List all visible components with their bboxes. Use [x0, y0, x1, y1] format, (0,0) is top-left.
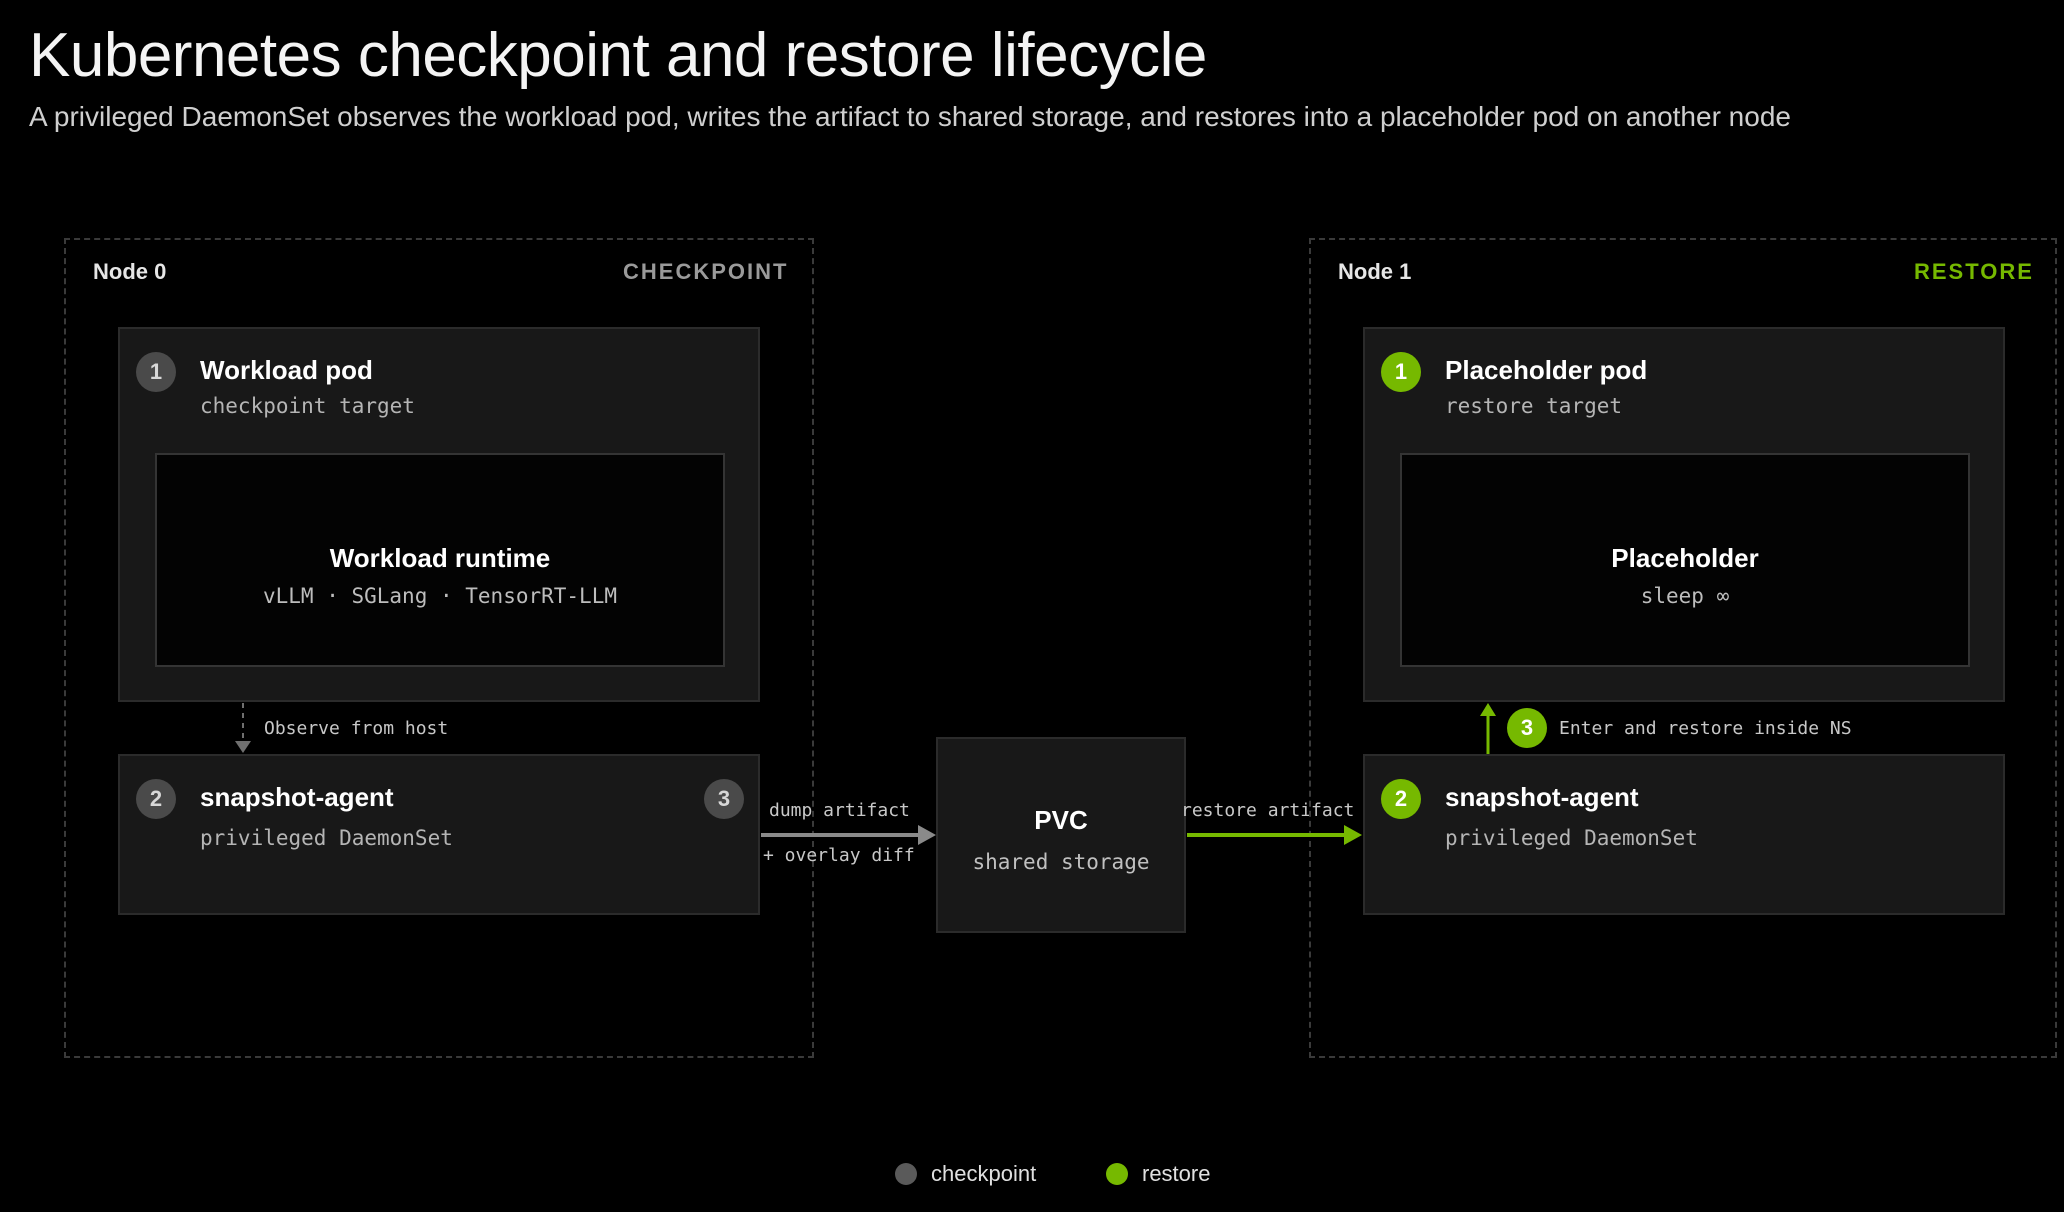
flow-arrows	[235, 703, 1496, 845]
legend-item-restore: restore	[1106, 1161, 1210, 1187]
observe-arrow-head	[235, 741, 251, 753]
restore-arrow-head	[1344, 825, 1362, 845]
enter-arrow-head	[1480, 703, 1496, 716]
restore-dot-icon	[1106, 1163, 1128, 1185]
legend-item-checkpoint: checkpoint	[895, 1161, 1036, 1187]
legend-checkpoint-label: checkpoint	[931, 1161, 1037, 1186]
dump-arrow-head	[918, 825, 936, 845]
checkpoint-dot-icon	[895, 1163, 917, 1185]
legend: checkpoint restore	[0, 1161, 2064, 1191]
legend-restore-label: restore	[1142, 1161, 1211, 1186]
